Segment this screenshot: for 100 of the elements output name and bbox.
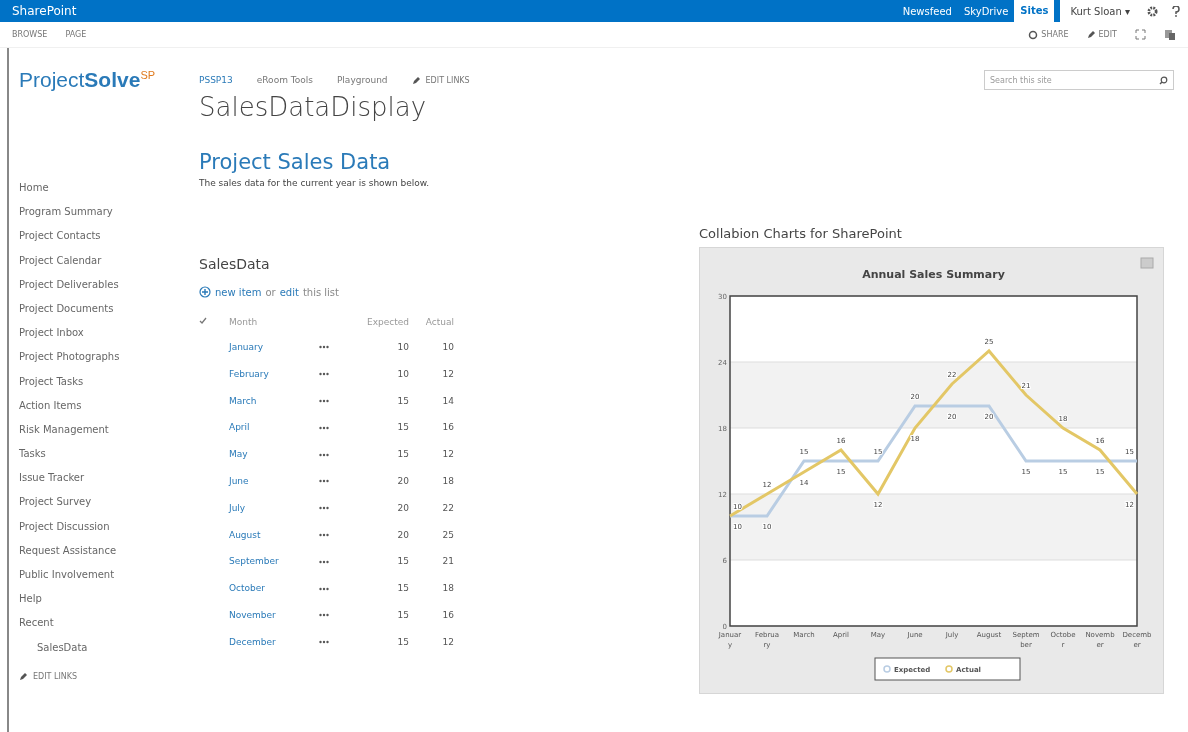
table-cell-text: 12	[441, 635, 454, 649]
month-link[interactable]: January	[229, 334, 319, 361]
table-cell-text: 15	[396, 421, 409, 435]
edit-button[interactable]: EDIT	[1086, 30, 1117, 39]
nav-link[interactable]: Tasks	[19, 442, 199, 467]
nav-link[interactable]: Project Calendar	[19, 248, 199, 273]
nav-link[interactable]: Home	[19, 176, 199, 201]
month-link[interactable]: February	[229, 360, 319, 388]
nav-link[interactable]: Program Summary	[19, 200, 199, 225]
focus-icon[interactable]	[1135, 29, 1146, 40]
nav-link[interactable]: Project Contacts	[19, 224, 199, 249]
table-cell-text: 18	[441, 475, 454, 488]
nav-link[interactable]: Help	[19, 587, 199, 612]
nav-link[interactable]: Request Assistance	[19, 538, 199, 563]
add-icon[interactable]	[199, 286, 211, 298]
nav-link[interactable]: Risk Management	[19, 417, 199, 443]
nav-link[interactable]: Project Deliverables	[19, 272, 199, 297]
nav-link[interactable]: Project Tasks	[19, 369, 199, 394]
nav-link[interactable]: SalesData	[19, 635, 199, 660]
table-cell-text: 15	[396, 394, 409, 408]
top-nav-link[interactable]: PSSP13	[199, 75, 233, 85]
more-icon[interactable]	[319, 640, 329, 645]
month-link[interactable]: July	[229, 494, 319, 522]
new-item-link[interactable]: new item	[215, 286, 262, 298]
top-nav-link[interactable]: Playground	[336, 75, 388, 85]
table-cell-text: 14	[441, 394, 454, 408]
table-cell-text: 16	[441, 421, 454, 435]
page-description: The sales data for the current year is shown below.	[199, 178, 431, 188]
top-nav-link[interactable]: eRoom Tools	[256, 75, 313, 85]
month-link[interactable]: April	[229, 414, 319, 442]
more-icon[interactable]	[319, 399, 329, 403]
ribbon-tab[interactable]: PAGE	[65, 30, 87, 39]
more-icon[interactable]	[319, 613, 329, 618]
webpart-title: Collabion Charts for SharePoint	[699, 226, 903, 241]
month-link[interactable]: September	[229, 548, 319, 576]
month-link[interactable]: June	[229, 468, 319, 495]
nav-link[interactable]: Project Documents	[19, 296, 199, 322]
search-field[interactable]: Search this site	[984, 70, 1174, 90]
suite-link[interactable]: SkyDrive	[957, 0, 1015, 22]
pencil-icon	[19, 671, 28, 681]
this-list-text: this list	[302, 286, 339, 298]
list-title: SalesData	[199, 256, 271, 272]
column-header[interactable]: Actual	[409, 310, 454, 334]
table-cell-text: 10	[441, 341, 454, 354]
table-cell-text: 20	[396, 528, 409, 542]
more-icon[interactable]	[319, 559, 329, 564]
nav-link[interactable]: Issue Tracker	[19, 466, 199, 491]
share-icon	[1028, 29, 1039, 40]
column-header[interactable]: Month	[229, 310, 319, 334]
more-icon[interactable]	[319, 345, 329, 350]
pencil-icon	[411, 75, 421, 85]
table-cell-text: 21	[441, 555, 454, 569]
share-button[interactable]: SHARE	[1028, 29, 1069, 40]
table-cell-text: 15	[396, 608, 409, 622]
table-cell-text: 10	[396, 367, 409, 381]
table-cell-text: 22	[441, 501, 454, 515]
edit-list-link[interactable]: edit	[279, 286, 299, 298]
column-header[interactable]: Expected	[349, 310, 409, 334]
nav-link[interactable]: Public Involvement	[19, 563, 199, 588]
more-icon[interactable]	[319, 586, 329, 591]
site-title: SalesDataDisplay	[199, 92, 428, 122]
table-cell-text: 12	[441, 448, 454, 462]
table-cell-text: 12	[441, 367, 454, 381]
table-cell-text: 15	[396, 635, 409, 649]
month-link[interactable]: December	[229, 628, 319, 656]
table-cell-text: 15	[396, 582, 409, 596]
page-heading: Project Sales Data	[199, 150, 392, 174]
nav-link[interactable]: Project Survey	[19, 490, 199, 515]
edit-links-button[interactable]: EDIT LINKS	[19, 671, 199, 681]
month-link[interactable]: March	[229, 387, 319, 415]
more-icon[interactable]	[319, 506, 329, 511]
table-cell-text: 15	[396, 448, 409, 462]
brand-name[interactable]: SharePoint	[12, 4, 897, 18]
table-cell-text: 25	[441, 528, 454, 542]
pencil-icon	[1086, 30, 1096, 39]
ribbon-tab[interactable]: BROWSE	[12, 30, 48, 39]
or-text: or	[265, 286, 276, 298]
more-icon[interactable]	[319, 452, 329, 457]
user-menu[interactable]: Kurt Sloan ▾	[1060, 0, 1140, 22]
table-cell-text: 18	[441, 582, 454, 596]
more-icon[interactable]	[319, 532, 329, 537]
month-link[interactable]: May	[229, 441, 319, 468]
suite-link[interactable]: Sites	[1014, 0, 1055, 22]
site-logo[interactable]: ProjectSolve$^{SP}$	[19, 68, 199, 176]
nav-link[interactable]: Action Items	[19, 393, 199, 418]
nav-link[interactable]: Recent	[19, 611, 199, 636]
more-icon[interactable]	[319, 425, 329, 430]
nav-link[interactable]: Project Discussion	[19, 514, 199, 539]
month-link[interactable]: August	[229, 521, 319, 549]
more-icon[interactable]	[319, 479, 329, 484]
table-cell-text: 16	[441, 608, 454, 622]
more-icon[interactable]	[319, 372, 329, 377]
edit-links-button[interactable]: EDIT LINKS	[411, 75, 470, 85]
suite-link[interactable]: Newsfeed	[896, 0, 958, 22]
search-icon[interactable]	[1159, 75, 1168, 85]
month-link[interactable]: October	[229, 575, 319, 602]
table-cell-text: 20	[396, 475, 409, 488]
nav-link[interactable]: Project Photographs	[19, 345, 199, 370]
month-link[interactable]: November	[229, 601, 319, 629]
nav-link[interactable]: Project Inbox	[19, 321, 199, 346]
